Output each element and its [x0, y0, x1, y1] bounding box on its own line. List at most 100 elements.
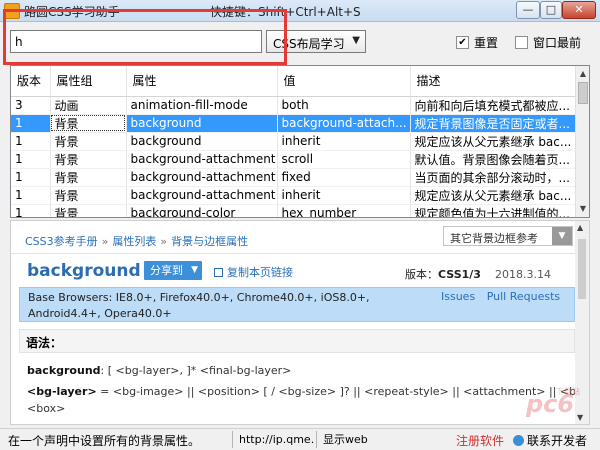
scroll-up-icon[interactable]: ▲: [577, 223, 583, 232]
category-select[interactable]: CSS布局学习 ▼: [266, 30, 366, 53]
version-value: CSS1/3: [438, 268, 481, 281]
category-select-value: CSS布局学习: [273, 37, 345, 51]
other-reference-value: 其它背景边框参考: [450, 232, 538, 245]
table-cell: animation-fill-mode: [126, 96, 278, 115]
title-bar: 路圆CSS学习助手 快捷键：Shift+Ctrl+Alt+S — □ ✕: [0, 0, 600, 22]
syntax-definition: : [ <bg-layer>, ]* <final-bg-layer>: [100, 364, 292, 377]
table-row[interactable]: 1 背景 background-attachment scroll 默认值。背景…: [11, 150, 578, 169]
syntax-label: 语法：: [26, 336, 63, 350]
syntax-line: background: [ <bg-layer>, ]* <final-bg-l…: [27, 364, 291, 377]
syntax-definition: <box>: [27, 402, 66, 415]
status-url: http://ip.qme.na: [232, 431, 314, 448]
scroll-thumb[interactable]: [578, 239, 586, 299]
table-cell: background-attachment: [126, 168, 278, 187]
table-cell: 背景: [50, 132, 127, 151]
chevron-down-icon: ▼: [552, 227, 572, 245]
table-cell: background-attachment: [126, 150, 278, 169]
table-row-selected[interactable]: 1 背景 background background-attach... 规定背…: [11, 114, 578, 133]
copy-link-label: 复制本页链接: [227, 266, 293, 279]
table-cell: 动画: [50, 96, 127, 115]
contact-developer-link[interactable]: 联系开发者: [513, 432, 587, 449]
minimize-button[interactable]: —: [516, 1, 540, 19]
checkbox-checked-icon: ✔: [456, 36, 469, 49]
property-title: background: [27, 261, 141, 281]
table-row[interactable]: 1 背景 background inherit 规定应该从父元素继承 bac..…: [11, 132, 578, 151]
scroll-up-icon[interactable]: ▲: [577, 67, 589, 81]
search-input[interactable]: [10, 30, 262, 53]
column-header-group[interactable]: 属性组: [50, 66, 127, 97]
breadcrumb: CSS3参考手册» 属性列表» 背景与边框属性: [25, 233, 248, 249]
table-cell: 规定背景图像是否固定或者...: [410, 114, 578, 133]
maximize-button[interactable]: □: [540, 1, 562, 19]
syntax-keyword: background: [27, 364, 101, 377]
table-cell: 背景: [50, 204, 127, 217]
table-cell: 1: [11, 132, 51, 151]
status-bar: 在一个声明中设置所有的背景属性。 http://ip.qme.na 显示web …: [0, 428, 600, 450]
pull-requests-link[interactable]: Pull Requests: [487, 290, 560, 303]
copy-icon: [214, 267, 223, 277]
table-cell: 1: [11, 186, 51, 205]
table-scrollbar[interactable]: ▲ ▼: [575, 66, 589, 217]
status-description: 在一个声明中设置所有的背景属性。: [8, 434, 201, 448]
repo-links: Issues Pull Requests: [441, 290, 568, 303]
doc-scrollbar[interactable]: ▲ ▼: [575, 221, 589, 424]
table-cell: 1: [11, 114, 51, 133]
scroll-thumb[interactable]: [578, 82, 588, 104]
table-cell: 背景: [50, 186, 127, 205]
breadcrumb-item[interactable]: 背景与边框属性: [171, 235, 248, 248]
table-cell: scroll: [277, 150, 411, 169]
browser-support-text: Base Browsers: IE8.0+, Firefox40.0+, Chr…: [28, 291, 370, 320]
syntax-keyword: <bg-layer>: [27, 385, 97, 398]
column-header-description[interactable]: 描述: [410, 66, 578, 97]
table-cell: 1: [11, 168, 51, 187]
breadcrumb-item[interactable]: 属性列表: [112, 235, 156, 248]
column-header-property[interactable]: 属性: [126, 66, 278, 97]
table-row[interactable]: 1 背景 background-attachment fixed 当页面的其余部…: [11, 168, 578, 187]
status-view-mode[interactable]: 显示web: [316, 431, 436, 448]
breadcrumb-separator: »: [101, 235, 109, 248]
table-cell: 默认值。背景图像会随着页...: [410, 150, 578, 169]
syntax-header: 语法：: [19, 329, 575, 353]
table-cell: hex_number: [277, 204, 411, 217]
table-cell: 向前和向后填充模式都被应...: [410, 96, 578, 115]
table-cell: 1: [11, 204, 51, 217]
chevron-down-icon: ▼: [352, 35, 360, 46]
table-header-row: 版本 属性组 属性 值 描述: [11, 66, 578, 97]
table-cell: background: [126, 114, 278, 133]
table-row[interactable]: 3 动画 animation-fill-mode both 向前和向后填充模式都…: [11, 96, 578, 115]
table-cell: background: [126, 132, 278, 151]
table-cell: inherit: [277, 132, 411, 151]
table-cell: fixed: [277, 168, 411, 187]
contact-icon: [513, 435, 524, 446]
syntax-line: <box>: [27, 402, 65, 415]
scroll-down-icon[interactable]: ▼: [577, 202, 589, 216]
copy-link-button[interactable]: 复制本页链接: [214, 264, 293, 280]
table-cell: 背景: [50, 150, 127, 169]
always-on-top-checkbox[interactable]: 窗口最前: [515, 34, 581, 51]
table-cell: 1: [11, 150, 51, 169]
share-button[interactable]: 分享到 ▼: [144, 261, 202, 280]
table-cell: 规定应该从父元素继承 bac...: [410, 132, 578, 151]
table-row[interactable]: 1 背景 background-color hex_number 规定颜色值为十…: [11, 204, 578, 217]
version-date: 2018.3.14: [494, 268, 551, 281]
table-row[interactable]: 1 背景 background-attachment inherit 规定应该从…: [11, 186, 578, 205]
reset-checkbox[interactable]: ✔ 重置: [456, 34, 498, 51]
table-cell: background-attach...: [277, 114, 411, 133]
table-cell-focused: 背景: [50, 114, 127, 133]
column-header-version[interactable]: 版本: [11, 66, 51, 97]
version-info: 版本：CSS1/3 2018.3.14: [405, 266, 551, 282]
other-reference-select[interactable]: 其它背景边框参考 ▼: [443, 226, 573, 246]
table-cell: background-attachment: [126, 186, 278, 205]
close-button[interactable]: ✕: [562, 1, 596, 19]
checkbox-unchecked-icon: [515, 36, 528, 49]
register-link[interactable]: 注册软件: [456, 432, 504, 449]
app-icon: [4, 3, 20, 19]
shortcut-hint: 快捷键：Shift+Ctrl+Alt+S: [210, 5, 361, 19]
toolbar: CSS布局学习 ▼ ✔ 重置 窗口最前: [0, 22, 600, 62]
breadcrumb-item[interactable]: CSS3参考手册: [25, 235, 98, 248]
breadcrumb-separator: »: [160, 235, 168, 248]
scroll-down-icon[interactable]: ▼: [577, 413, 583, 422]
column-header-value[interactable]: 值: [277, 66, 411, 97]
issues-link[interactable]: Issues: [441, 290, 475, 303]
table-cell: background-color: [126, 204, 278, 217]
